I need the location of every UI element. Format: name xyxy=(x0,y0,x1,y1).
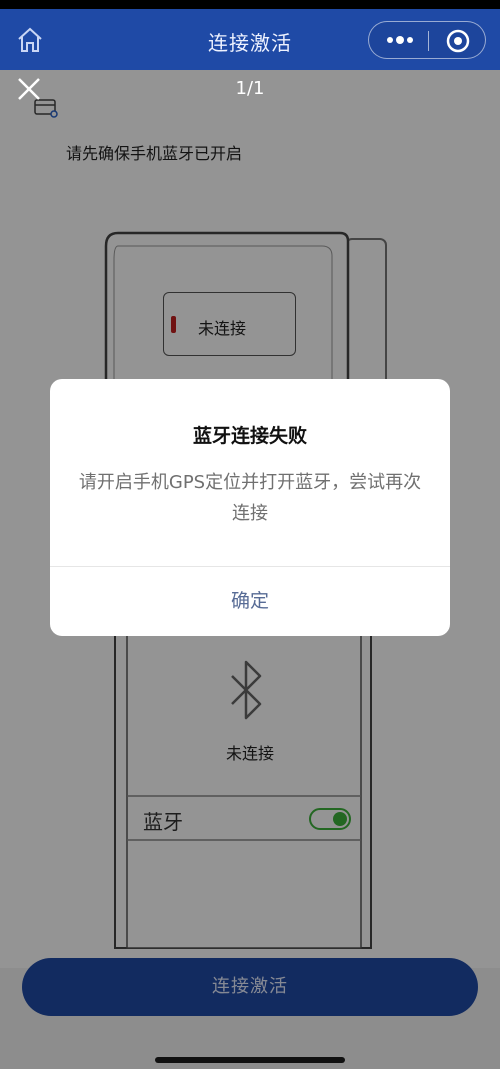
more-dots-icon[interactable] xyxy=(383,29,417,51)
dialog-message: 请开启手机GPS定位并打开蓝牙，尝试再次连接 xyxy=(78,472,422,524)
capsule-divider xyxy=(428,31,429,51)
nav-bar: 连接激活 xyxy=(0,9,500,70)
mini-program-capsule xyxy=(368,21,486,59)
dialog-title: 蓝牙连接失败 xyxy=(192,425,307,447)
confirm-button[interactable]: 确定 xyxy=(50,567,450,636)
alert-dialog: 蓝牙连接失败 请开启手机GPS定位并打开蓝牙，尝试再次连接 确定 xyxy=(50,379,450,636)
status-bar xyxy=(0,0,500,9)
target-icon[interactable] xyxy=(445,28,471,54)
page-counter: 1/1 xyxy=(235,78,265,99)
home-indicator xyxy=(155,1057,345,1063)
